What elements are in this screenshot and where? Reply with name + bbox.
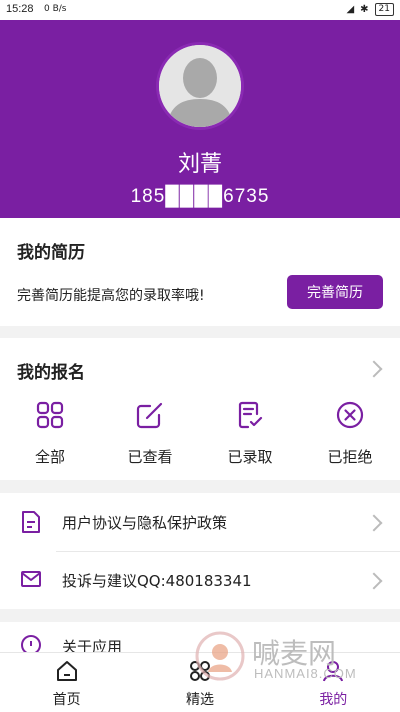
menu-item-label: 用户协议与隐私保护政策 [62, 514, 228, 532]
enrollment-rejected[interactable]: 已拒绝 [300, 396, 400, 476]
user-phone: 185████6735 [130, 186, 270, 207]
enrollment-viewed-label: 已查看 [127, 448, 173, 466]
resume-description: 完善简历能提高您的录取率哦! [17, 288, 205, 304]
close-circle-icon [336, 401, 364, 429]
user-silhouette-icon [159, 45, 241, 127]
network-speed: 0 B/s [44, 4, 67, 14]
bluetooth-icon: ✱ [360, 4, 369, 15]
menu-item-user-agreement[interactable]: 用户协议与隐私保护政策 [0, 493, 400, 551]
tab-home-label: 首页 [52, 692, 81, 708]
watermark: 喊麦网 HANMAI8.COM [194, 630, 400, 686]
menu-item-complaints[interactable]: 投诉与建议QQ:480183341 [0, 551, 400, 609]
status-icons: ◢ ✱ 21 [346, 3, 394, 16]
resume-card: 我的简历 完善简历能提高您的录取率哦! 完善简历 [0, 218, 400, 326]
enrollment-rejected-label: 已拒绝 [327, 448, 373, 466]
mail-icon [21, 571, 41, 587]
info-icon [21, 635, 41, 654]
watermark-logo-icon [195, 631, 245, 681]
enrollment-viewed[interactable]: 已查看 [100, 396, 200, 476]
avatar[interactable] [156, 42, 244, 130]
status-time: 15:28 [6, 3, 34, 15]
document-icon [22, 511, 40, 533]
enrollment-all-label: 全部 [34, 448, 65, 466]
resume-title: 我的简历 [17, 243, 85, 263]
enrollment-accepted-label: 已录取 [227, 448, 273, 466]
signal-icon: ◢ [346, 4, 355, 15]
edit-icon [136, 402, 163, 429]
menu-item-label: 投诉与建议QQ:480183341 [62, 572, 252, 590]
enrollment-all[interactable]: 全部 [0, 396, 100, 476]
user-name: 刘菁 [177, 152, 222, 177]
tab-profile-label: 我的 [319, 692, 348, 708]
tab-featured-label: 精选 [185, 692, 214, 708]
watermark-subtext: HANMAI8.COM [254, 666, 357, 681]
home-icon [56, 661, 77, 681]
battery-icon: 21 [374, 3, 394, 16]
enrollment-accepted[interactable]: 已录取 [200, 396, 300, 476]
chevron-right-icon [365, 572, 383, 590]
enrollment-title: 我的报名 [17, 363, 85, 383]
status-bar: 15:28 0 B/s ◢ ✱ 21 [0, 0, 400, 20]
enrollment-card: 我的报名 全部 已查看 已录取 已拒绝 [0, 338, 400, 480]
chevron-right-icon[interactable] [365, 360, 383, 378]
document-check-icon [238, 401, 263, 429]
profile-header: 刘菁 185████6735 [0, 20, 400, 218]
tab-home[interactable]: 首页 [0, 653, 133, 712]
grid-icon [36, 401, 64, 429]
chevron-right-icon [365, 514, 383, 532]
menu-card: 用户协议与隐私保护政策 投诉与建议QQ:480183341 [0, 493, 400, 609]
complete-resume-button[interactable]: 完善简历 [287, 275, 383, 309]
